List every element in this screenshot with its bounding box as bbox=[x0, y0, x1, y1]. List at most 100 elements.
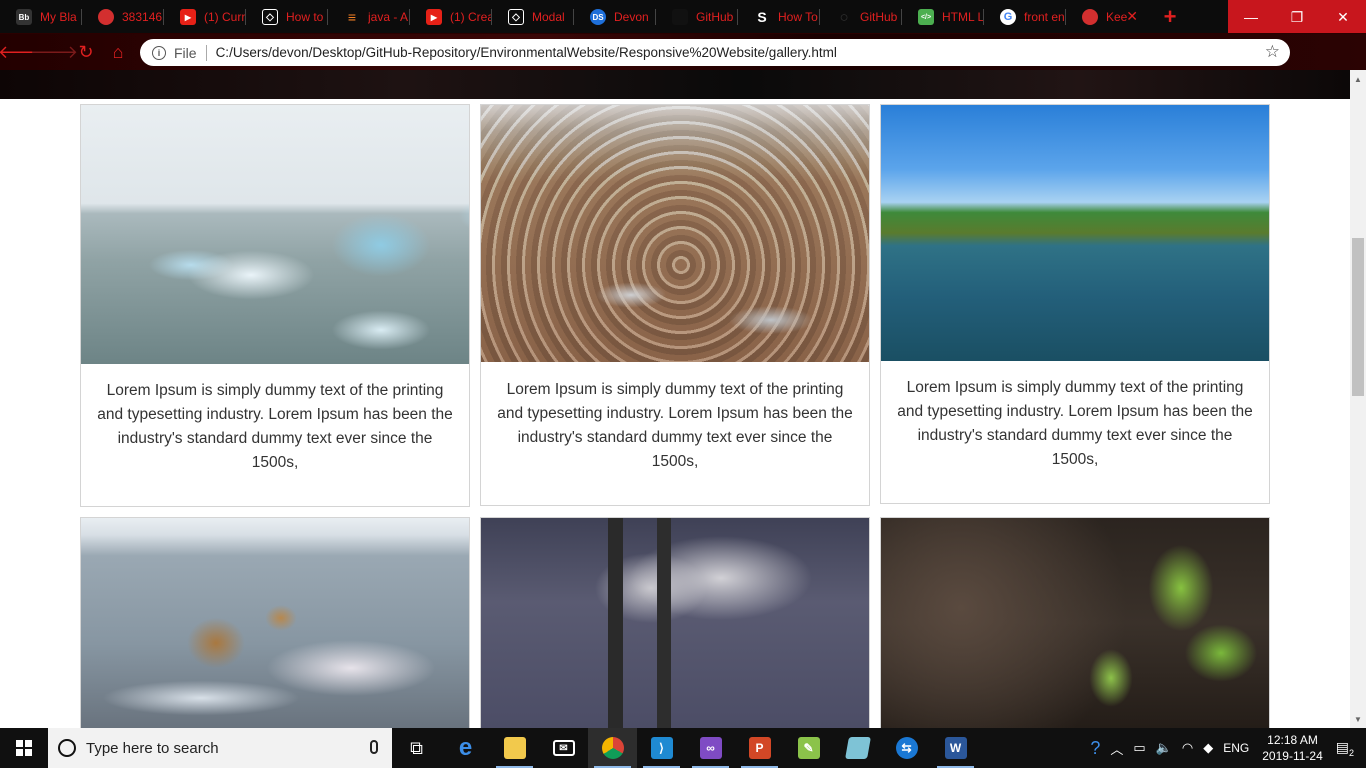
browser-toolbar: 🡐 🡒 ↻ ⌂ i File C:/Users/devon/Desktop/Gi… bbox=[0, 34, 1366, 97]
window-controls: — ❐ ✕ bbox=[1228, 0, 1366, 34]
gallery-card: Lorem Ipsum is simply dummy text of the … bbox=[880, 104, 1270, 504]
tab-title: (1) Curr bbox=[204, 10, 246, 24]
tab[interactable]: </> HTML L bbox=[902, 0, 984, 34]
reload-icon[interactable]: ↻ bbox=[70, 36, 102, 68]
wifi-icon[interactable]: ◠ bbox=[1177, 740, 1198, 756]
tab[interactable]: ▶ (1) Crea bbox=[410, 0, 492, 34]
volume-icon[interactable]: 🔈 bbox=[1151, 740, 1177, 756]
search-box[interactable]: Type here to search bbox=[48, 728, 392, 768]
url-text[interactable]: C:/Users/devon/Desktop/GitHub-Repository… bbox=[216, 45, 837, 60]
tab-title: HTML L bbox=[942, 10, 984, 24]
word-icon[interactable]: W bbox=[931, 728, 980, 768]
card-caption: Lorem Ipsum is simply dummy text of the … bbox=[97, 382, 453, 471]
tab[interactable]: S How To bbox=[738, 0, 820, 34]
gallery-card: Lorem Ipsum is simply dummy text of the … bbox=[80, 104, 470, 507]
help-icon[interactable]: ? bbox=[1085, 738, 1105, 759]
edge-icon[interactable]: e bbox=[441, 728, 490, 768]
close-tab-icon[interactable]: ✕ bbox=[1126, 8, 1138, 25]
cortana-icon bbox=[58, 739, 76, 757]
htmlpreview-icon: </> bbox=[918, 9, 934, 25]
language-indicator[interactable]: ENG bbox=[1218, 741, 1254, 755]
plastic-beach-image bbox=[481, 105, 869, 362]
notifications-icon[interactable]: ▤2 bbox=[1331, 739, 1366, 758]
windows-icon bbox=[16, 740, 32, 756]
new-tab-button[interactable]: + bbox=[1150, 0, 1190, 34]
tab-title: GitHub bbox=[696, 10, 734, 24]
taskbar: Type here to search ⧉ e ✉ ⟩ ∞ P ✎ ⇆ W ? … bbox=[0, 728, 1366, 768]
info-icon[interactable]: i bbox=[152, 45, 166, 60]
youtube-icon: ▶ bbox=[426, 9, 442, 25]
vscode-icon[interactable]: ⟩ bbox=[637, 728, 686, 768]
tab[interactable]: GitHub bbox=[656, 0, 738, 34]
search-placeholder: Type here to search bbox=[86, 739, 219, 757]
app-icon[interactable] bbox=[833, 728, 882, 768]
no-sign-icon bbox=[1082, 9, 1098, 25]
card-caption: Lorem Ipsum is simply dummy text of the … bbox=[897, 379, 1253, 468]
github-icon bbox=[672, 9, 688, 25]
tab[interactable]: 383146 bbox=[82, 0, 164, 34]
powerpoint-icon[interactable]: P bbox=[735, 728, 784, 768]
tab[interactable]: ○ GitHub bbox=[820, 0, 902, 34]
forward-arrow-icon[interactable]: 🡒 bbox=[30, 36, 78, 68]
blackboard-icon: Bb bbox=[16, 9, 32, 25]
tab[interactable]: DS Devon bbox=[574, 0, 656, 34]
tab[interactable]: ≡ java - A bbox=[328, 0, 410, 34]
notepadpp-icon[interactable]: ✎ bbox=[784, 728, 833, 768]
visual-studio-icon[interactable]: ∞ bbox=[686, 728, 735, 768]
microphone-icon[interactable] bbox=[370, 740, 378, 754]
home-icon[interactable]: ⌂ bbox=[102, 36, 134, 68]
tab[interactable]: Gfront en bbox=[984, 0, 1066, 34]
mail-icon[interactable]: ✉ bbox=[539, 728, 588, 768]
tab[interactable]: ◇ How to bbox=[246, 0, 328, 34]
no-sign-icon bbox=[98, 9, 114, 25]
battery-icon[interactable]: ▭ bbox=[1128, 740, 1150, 756]
tab-title: GitHub bbox=[860, 10, 898, 24]
address-bar[interactable]: i File C:/Users/devon/Desktop/GitHub-Rep… bbox=[140, 39, 1290, 66]
tab-title: (1) Crea bbox=[450, 10, 492, 24]
smokestacks-image bbox=[481, 518, 869, 728]
tab-title: Modal bbox=[532, 10, 565, 24]
gallery-card bbox=[480, 517, 870, 728]
scroll-down-icon[interactable]: ▼ bbox=[1350, 712, 1366, 726]
gallery-card bbox=[80, 517, 470, 728]
tab-title: How to bbox=[286, 10, 324, 24]
dropbox-icon[interactable]: ◆ bbox=[1198, 740, 1218, 756]
file-scheme-label: File bbox=[174, 44, 197, 61]
codepen-icon: ◇ bbox=[508, 9, 524, 25]
maximize-button[interactable]: ❐ bbox=[1274, 0, 1320, 34]
polar-bear-image bbox=[81, 518, 469, 728]
github-icon: ○ bbox=[839, 8, 849, 26]
page-viewport: Lorem Ipsum is simply dummy text of the … bbox=[0, 70, 1350, 728]
clock[interactable]: 12:18 AM 2019-11-24 bbox=[1254, 732, 1331, 764]
notification-count: 2 bbox=[1348, 747, 1354, 758]
star-icon[interactable]: ☆ bbox=[1265, 42, 1280, 62]
scrollbar-thumb[interactable] bbox=[1352, 238, 1364, 396]
tab[interactable]: ◇ Modal bbox=[492, 0, 574, 34]
chevron-up-icon[interactable]: ︿ bbox=[1105, 739, 1128, 758]
clock-date: 2019-11-24 bbox=[1262, 749, 1323, 763]
codepen-icon: ◇ bbox=[262, 9, 278, 25]
minimize-button[interactable]: — bbox=[1228, 0, 1274, 34]
start-button[interactable] bbox=[0, 728, 48, 768]
gallery-card bbox=[880, 517, 1270, 728]
youtube-icon: ▶ bbox=[180, 9, 196, 25]
tab-title: 383146 bbox=[122, 10, 163, 24]
close-button[interactable]: ✕ bbox=[1320, 0, 1366, 34]
clock-time: 12:18 AM bbox=[1267, 733, 1318, 747]
chrome-icon[interactable] bbox=[588, 728, 637, 768]
tab[interactable]: Bb My Bla bbox=[0, 0, 82, 34]
tab-title: java - A bbox=[368, 10, 409, 24]
tab[interactable]: ▶ (1) Curr bbox=[164, 0, 246, 34]
sprout-image bbox=[881, 518, 1269, 728]
teamviewer-icon[interactable]: ⇆ bbox=[882, 728, 931, 768]
task-view-icon[interactable]: ⧉ bbox=[392, 728, 441, 768]
tab-strip: Bb My Bla 383146 ▶ (1) Curr ◇ How to ≡ java … bbox=[0, 0, 1366, 34]
ds-icon: DS bbox=[590, 9, 606, 25]
file-explorer-icon[interactable] bbox=[490, 728, 539, 768]
tab-active[interactable]: Kee ✕ bbox=[1066, 0, 1150, 34]
scroll-up-icon[interactable]: ▲ bbox=[1350, 72, 1366, 86]
s-icon: S bbox=[757, 9, 767, 25]
tab-title: Devon bbox=[614, 10, 649, 24]
scrollbar-track[interactable] bbox=[1350, 70, 1366, 728]
lake-image bbox=[881, 105, 1269, 361]
